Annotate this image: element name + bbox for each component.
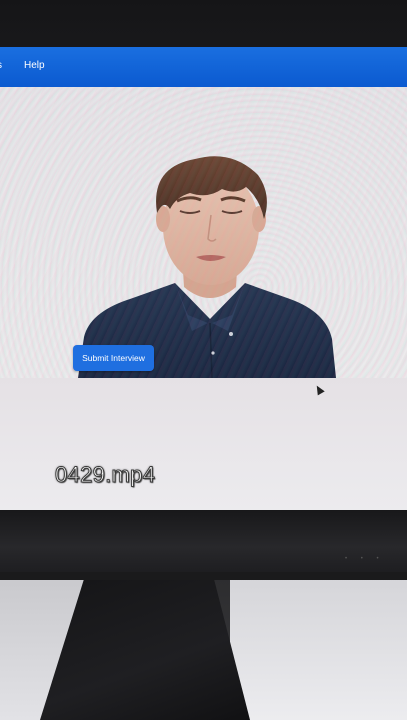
bezel-buttons-icon: • • • xyxy=(345,556,385,562)
monitor-bottom-bezel xyxy=(0,510,407,572)
submit-interview-button[interactable]: Submit Interview xyxy=(73,345,154,371)
menu-item-help[interactable]: Help xyxy=(24,60,45,71)
lower-panel xyxy=(0,378,407,510)
avatar-person xyxy=(78,156,336,378)
menu-item-partial[interactable]: s xyxy=(0,60,2,71)
filename-overlay: 0429.mp4 xyxy=(54,462,156,488)
photo-scene: s Help xyxy=(0,0,407,720)
avatar-video xyxy=(0,87,407,378)
monitor-screen: s Help xyxy=(0,47,407,510)
desk-surface xyxy=(230,572,407,720)
app-bar: s Help xyxy=(0,47,407,87)
